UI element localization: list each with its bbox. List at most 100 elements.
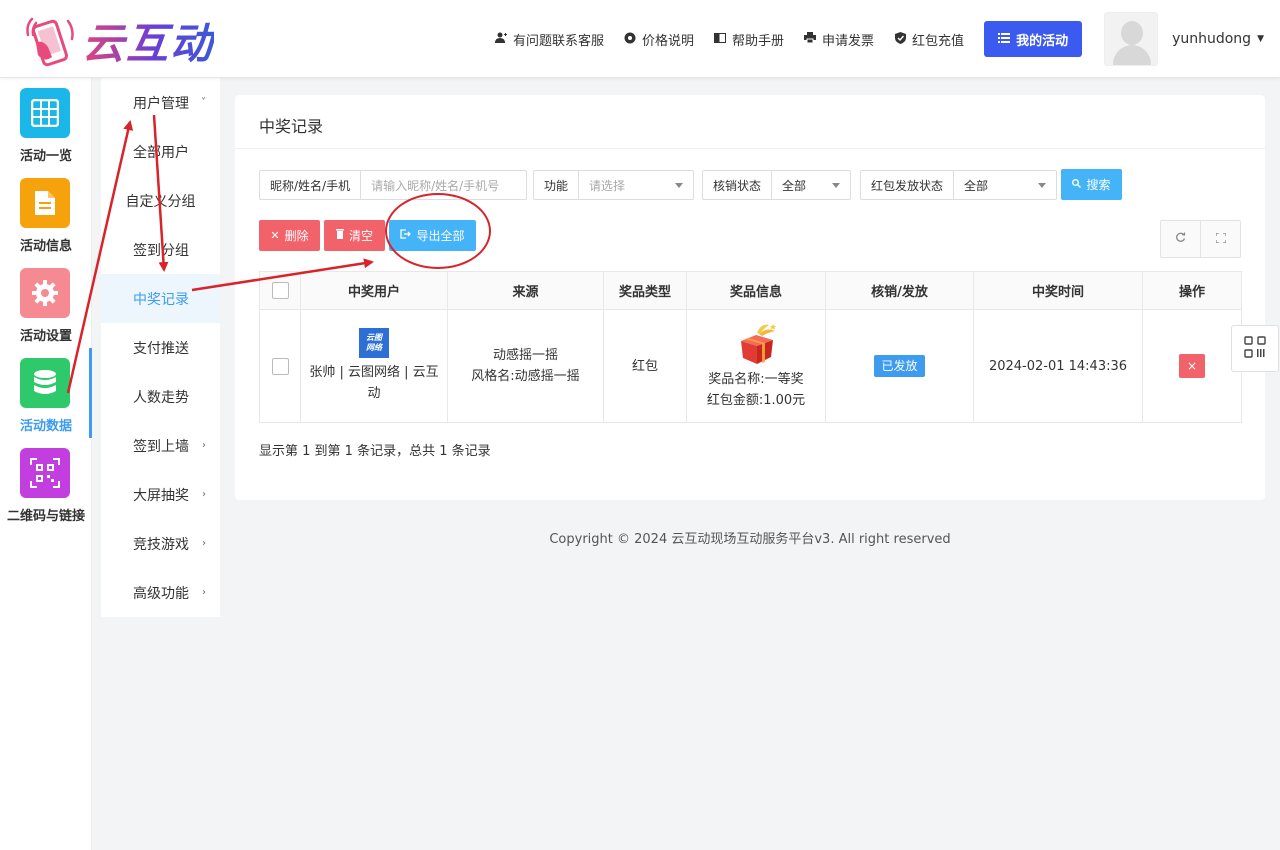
subnav-group-label: 签到上墙 xyxy=(133,438,189,455)
subnav-item-checkin-groups[interactable]: 签到分组 xyxy=(101,225,220,274)
search-button[interactable]: 搜索 xyxy=(1061,169,1122,200)
delete-button[interactable]: ✕ 删除 xyxy=(259,220,320,251)
caret-down-icon xyxy=(675,183,684,188)
select-all-checkbox[interactable] xyxy=(271,282,289,299)
row-select-cell xyxy=(259,309,301,423)
my-activity-label: 我的活动 xyxy=(1016,33,1069,49)
refresh-button[interactable] xyxy=(1161,221,1200,257)
phone-logo-icon xyxy=(22,13,78,69)
nav-invoice[interactable]: 申请发票 xyxy=(804,30,874,49)
column-header[interactable]: 中奖时间 xyxy=(973,271,1143,310)
gear-icon xyxy=(624,32,636,47)
search-button-label: 搜索 xyxy=(1086,178,1111,192)
qrcode-icon xyxy=(20,448,70,498)
nav-redpack-recharge[interactable]: 红包充值 xyxy=(894,30,964,49)
row-checkbox[interactable] xyxy=(271,357,289,375)
sidebar-item-label: 二维码与链接 xyxy=(6,509,85,524)
sidebar-item-activity-overview[interactable]: 活动一览 xyxy=(0,78,92,168)
fullscreen-button[interactable] xyxy=(1200,221,1240,257)
prize-amount: 红包金额:1.00元 xyxy=(706,393,806,408)
sidebar-item-label: 活动数据 xyxy=(19,419,72,434)
nav-help[interactable]: 帮助手册 xyxy=(714,30,784,49)
subnav-group-advanced[interactable]: 高级功能 › xyxy=(101,568,220,617)
column-header[interactable]: 中奖用户 xyxy=(300,271,448,310)
sidebar-item-label: 活动一览 xyxy=(19,149,72,164)
export-all-button[interactable]: 导出全部 xyxy=(389,220,476,251)
caret-down-icon xyxy=(1038,183,1047,188)
sidebar-item-activity-data[interactable]: 活动数据 xyxy=(0,348,92,438)
table-row: 云图 网络 张帅 | 云图网络 | 云互动 动感摇一摇 风格名:动感摇一摇 红包 xyxy=(259,309,1242,423)
winner-user-name: 张帅 | 云图网络 | 云互动 xyxy=(309,365,439,401)
chevron-right-icon: › xyxy=(202,587,206,598)
subnav-item-label: 签到分组 xyxy=(133,242,189,259)
avatar-body xyxy=(1113,45,1152,65)
filter-function-label: 功能 xyxy=(533,170,579,200)
subnav-item-winning-records[interactable]: 中奖记录 xyxy=(101,274,220,323)
search-name-input[interactable]: 请输入昵称/姓名/手机号 xyxy=(360,170,528,200)
verify-status-select[interactable]: 全部 xyxy=(771,170,852,200)
nav-pricing-label: 价格说明 xyxy=(642,33,695,49)
source-style: 风格名:动感摇一摇 xyxy=(471,369,580,384)
subnav-item-all-users[interactable]: 全部用户 xyxy=(101,127,220,176)
floating-qrcode-button[interactable] xyxy=(1231,325,1279,372)
sidebar-item-activity-info[interactable]: 活动信息 xyxy=(0,168,92,258)
nav-pricing[interactable]: 价格说明 xyxy=(624,30,694,49)
divider xyxy=(235,148,1265,149)
my-activity-button[interactable]: 我的活动 xyxy=(984,21,1083,57)
chevron-down-icon: ˅ xyxy=(201,97,206,108)
subnav-item-attendance-trend[interactable]: 人数走势 xyxy=(101,372,220,421)
subnav-group-user-management[interactable]: 用户管理 ˅ xyxy=(101,78,220,127)
sidebar-item-activity-settings[interactable]: 活动设置 xyxy=(0,258,92,348)
filter-verify-label: 核销状态 xyxy=(702,170,772,200)
column-header[interactable]: 核销/发放 xyxy=(825,271,974,310)
shield-check-icon xyxy=(894,31,906,47)
subnav-group-competitive-games[interactable]: 竞技游戏 › xyxy=(101,519,220,568)
nav-contact-support[interactable]: 有问题联系客服 xyxy=(494,30,604,49)
column-header[interactable]: 奖品信息 xyxy=(686,271,826,310)
function-select[interactable]: 请选择 xyxy=(578,170,695,200)
nav-invoice-label: 申请发票 xyxy=(822,33,875,49)
actions-cell: × xyxy=(1142,309,1242,423)
user-add-icon xyxy=(494,32,507,46)
printer-icon xyxy=(804,32,817,46)
column-header[interactable]: 来源 xyxy=(447,271,604,310)
table-header-row: 中奖用户 来源 奖品类型 奖品信息 核销/发放 中奖时间 操作 xyxy=(259,271,1242,310)
redpack-status-select[interactable]: 全部 xyxy=(953,170,1058,200)
prize-type-cell: 红包 xyxy=(603,309,687,423)
list-icon xyxy=(998,32,1011,47)
nav-redpack-recharge-label: 红包充值 xyxy=(912,33,965,49)
user-menu[interactable]: yunhudong ▼ xyxy=(1172,31,1264,47)
filter-redpack-status: 红包发放状态 全部 xyxy=(860,170,1058,200)
column-header[interactable]: 操作 xyxy=(1142,271,1242,310)
sidebar-item-label: 活动设置 xyxy=(19,329,72,344)
row-delete-button[interactable]: × xyxy=(1179,354,1205,378)
column-header[interactable]: 奖品类型 xyxy=(603,271,687,310)
chevron-right-icon: › xyxy=(202,489,206,500)
subnav-group-label: 竞技游戏 xyxy=(133,536,189,553)
gift-box-icon xyxy=(733,321,779,365)
chevron-right-icon: › xyxy=(202,440,206,451)
export-icon xyxy=(400,229,412,242)
subnav-group-big-screen-lottery[interactable]: 大屏抽奖 › xyxy=(101,470,220,519)
avatar-text: 网络 xyxy=(366,343,382,352)
caret-down-icon xyxy=(832,183,841,188)
logo[interactable]: 云互动 xyxy=(22,10,214,71)
sidebar-item-label: 活动信息 xyxy=(19,239,72,254)
subnav-item-label: 支付推送 xyxy=(133,340,189,357)
clear-button[interactable]: 清空 xyxy=(324,220,385,251)
user-avatar[interactable] xyxy=(1104,12,1159,66)
book-icon xyxy=(714,32,727,46)
source-activity: 动感摇一摇 xyxy=(492,348,558,363)
subnav-item-payment-push[interactable]: 支付推送 xyxy=(101,323,220,372)
avatar-text: 云图 xyxy=(366,333,382,342)
subnav-group-label: 高级功能 xyxy=(133,585,189,602)
subnav-group-checkin-wall[interactable]: 签到上墙 › xyxy=(101,421,220,470)
gear-icon xyxy=(20,268,70,318)
sidebar-item-qrcode-links[interactable]: 二维码与链接 xyxy=(0,438,92,528)
subnav-item-custom-groups[interactable]: 自定义分组 xyxy=(101,176,220,225)
subnav-group-label: 大屏抽奖 xyxy=(133,487,189,504)
secondary-sidebar: 用户管理 ˅ 全部用户 自定义分组 签到分组 中奖记录 支付推送 人数走势 签到… xyxy=(101,78,220,617)
pagination-info: 显示第 1 到第 1 条记录，总共 1 条记录 xyxy=(259,444,491,459)
search-icon xyxy=(1072,178,1082,191)
primary-sidebar: 活动一览 活动信息 活动设置 活动数据 二维码与链接 xyxy=(0,78,92,850)
